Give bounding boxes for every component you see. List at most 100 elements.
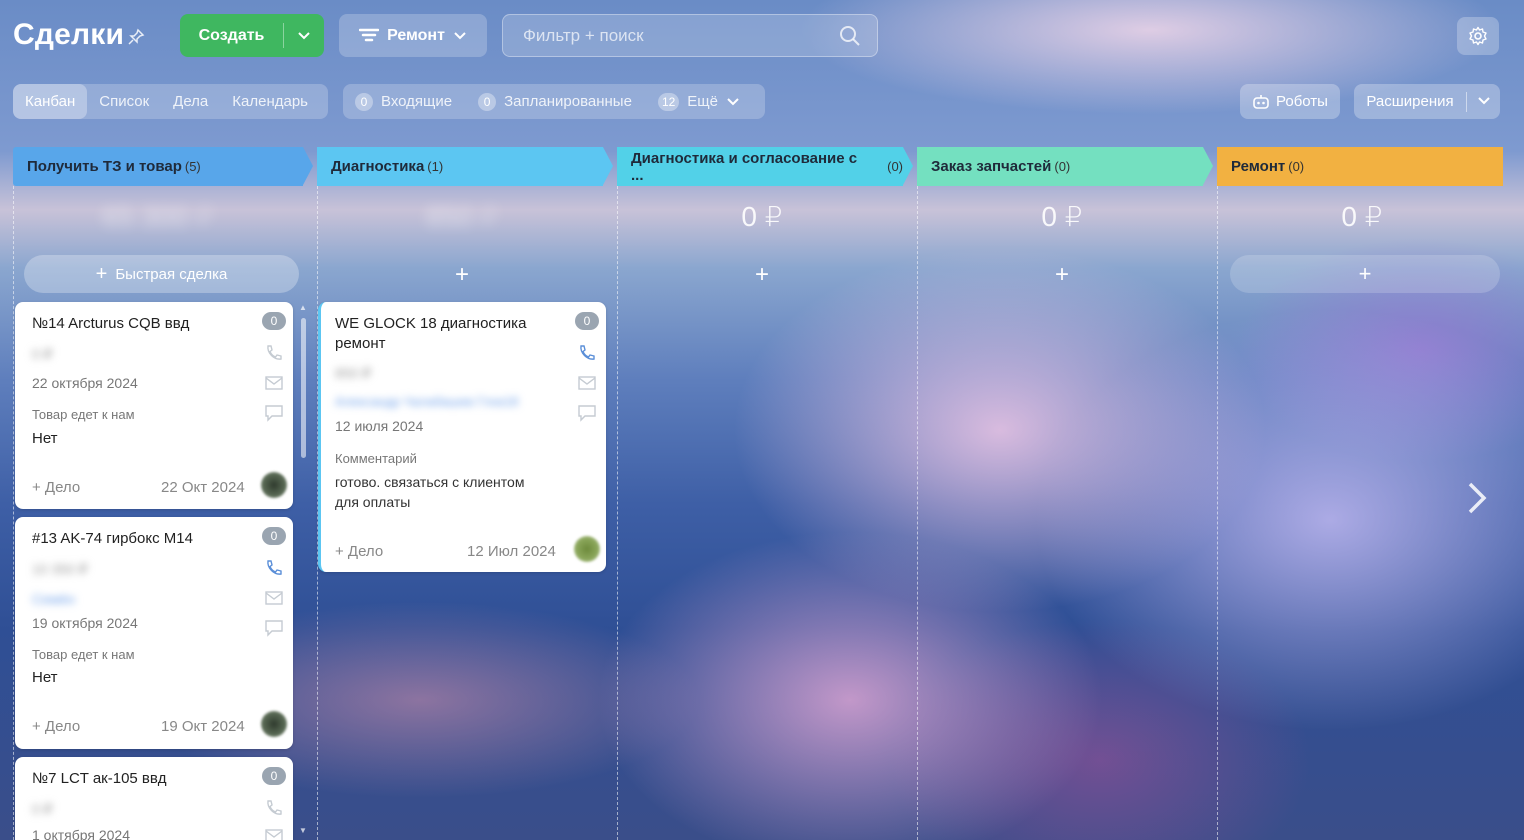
field-label: Комментарий (335, 451, 417, 466)
tab-calendar[interactable]: Календарь (220, 84, 320, 119)
deal-footer-date: 22 Окт 2024 (161, 479, 245, 496)
tab-list[interactable]: Список (87, 84, 161, 119)
add-deal-button[interactable]: + (617, 262, 907, 288)
chat-icon[interactable] (264, 619, 284, 637)
create-button[interactable]: Создать (180, 14, 324, 57)
add-deal-button[interactable]: + (1230, 255, 1500, 293)
phone-icon[interactable] (264, 799, 284, 817)
plus-icon: + (95, 263, 108, 285)
search-icon[interactable] (839, 25, 861, 47)
field-value: Нет (32, 430, 58, 447)
activity-counter-badge: 0 (262, 312, 286, 330)
mail-icon[interactable] (264, 374, 284, 392)
pin-icon[interactable] (127, 28, 145, 46)
deal-footer-date: 19 Окт 2024 (161, 718, 245, 735)
counter-planned[interactable]: 0 Запланированные (478, 92, 632, 111)
deal-title[interactable]: WE GLOCK 18 диагностика ремонт (335, 314, 565, 354)
field-label: Товар едет к нам (32, 647, 135, 662)
settings-button[interactable] (1457, 17, 1499, 55)
filter-funnel-icon (359, 28, 380, 41)
chevron-down-icon (454, 31, 466, 39)
robots-label: Роботы (1276, 93, 1328, 110)
deal-contact[interactable]: Семён (32, 591, 75, 607)
stage-header-4[interactable]: Заказ запчастей (0) (917, 147, 1203, 186)
scroll-up-arrow[interactable]: ▲ (299, 303, 307, 312)
counter-badge: 0 (355, 92, 373, 111)
phone-icon[interactable] (577, 344, 597, 362)
avatar[interactable] (574, 536, 600, 562)
counter-incoming[interactable]: 0 Входящие (355, 92, 452, 111)
activity-counter-badge: 0 (262, 527, 286, 545)
counter-more[interactable]: 12 Ещё (657, 92, 740, 111)
column-sum: 65 300 ₽ (102, 201, 214, 232)
deal-amount: 850 ₽ (335, 365, 372, 381)
add-task-link[interactable]: + Дело (335, 543, 383, 560)
chevron-down-icon[interactable] (284, 28, 324, 44)
tab-tasks[interactable]: Дела (161, 84, 220, 119)
deal-amount: 0 ₽ (32, 346, 53, 362)
stage-count: (0) (1054, 159, 1071, 174)
mail-icon[interactable] (264, 827, 284, 840)
stage-header-2[interactable]: Диагностика (1) (317, 147, 603, 186)
chevron-down-icon (727, 97, 739, 105)
stage-count: (0) (1288, 159, 1305, 174)
add-deal-button[interactable]: + (317, 262, 607, 288)
stage-name: Диагностика (331, 158, 425, 175)
search-input[interactable] (503, 15, 823, 56)
chat-icon[interactable] (264, 404, 284, 422)
extensions-button[interactable]: Расширения (1354, 84, 1500, 119)
tab-kanban[interactable]: Канбан (13, 84, 88, 119)
stage-header-5[interactable]: Ремонт (0) (1217, 147, 1503, 186)
chat-icon[interactable] (577, 404, 597, 422)
quick-deal-button[interactable]: + Быстрая сделка (24, 255, 299, 293)
quick-deal-label: Быстрая сделка (115, 265, 228, 283)
avatar[interactable] (261, 711, 287, 737)
robot-icon (1253, 94, 1269, 109)
avatar[interactable] (261, 472, 287, 498)
field-label: Товар едет к нам (32, 407, 135, 422)
deal-card[interactable]: №7 LCT ак-105 ввд 0 0 ₽ 1 октября 2024 (15, 757, 293, 840)
activity-counter-badge: 0 (262, 767, 286, 785)
deal-title-line: WE GLOCK 18 диагностика (335, 315, 527, 332)
deal-title[interactable]: #13 AK-74 гирбокс M14 (32, 529, 193, 549)
counter-badge: 12 (657, 92, 680, 111)
deal-card[interactable]: WE GLOCK 18 диагностика ремонт 0 850 ₽ А… (318, 302, 606, 572)
deal-contact[interactable]: Александр Чалабашев Глок18 (335, 394, 518, 409)
column-scrollbar[interactable] (301, 318, 306, 458)
search-box[interactable] (502, 14, 878, 57)
category-selector[interactable]: Ремонт (339, 14, 487, 57)
deal-date: 19 октября 2024 (32, 615, 138, 631)
chevron-down-icon[interactable] (1467, 93, 1500, 110)
chevron-right-icon[interactable] (1458, 472, 1496, 524)
create-button-label: Создать (198, 26, 265, 44)
mail-icon[interactable] (577, 374, 597, 392)
scroll-down-arrow[interactable]: ▼ (299, 826, 307, 835)
robots-button[interactable]: Роботы (1240, 84, 1340, 119)
counter-label: Ещё (687, 93, 718, 110)
deal-footer-date: 12 Июл 2024 (467, 543, 556, 560)
deal-amount: 10 350 ₽ (32, 561, 88, 577)
deal-card[interactable]: №14 Arcturus CQB ввд 0 0 ₽ 22 октября 20… (15, 302, 293, 509)
comment-line: готово. связаться с клиентом (335, 474, 525, 490)
add-task-link[interactable]: + Дело (32, 479, 80, 496)
column-sum: 0 ₽ (1341, 201, 1383, 232)
add-deal-button[interactable]: + (917, 262, 1207, 288)
deal-title[interactable]: №14 Arcturus CQB ввд (32, 314, 189, 334)
phone-icon[interactable] (264, 559, 284, 577)
mail-icon[interactable] (264, 589, 284, 607)
deal-title[interactable]: №7 LCT ак-105 ввд (32, 769, 166, 789)
stage-name: Получить ТЗ и товар (27, 158, 182, 175)
phone-icon[interactable] (264, 344, 284, 362)
gear-icon (1469, 26, 1487, 46)
stage-header-1[interactable]: Получить ТЗ и товар (5) (13, 147, 303, 186)
comment-line: для оплаты (335, 494, 411, 510)
counter-badge: 0 (478, 92, 497, 111)
stage-name: Ремонт (1231, 158, 1286, 175)
column-sum: 850 ₽ (425, 201, 499, 232)
deal-title-line: ремонт (335, 335, 386, 352)
stage-name: Заказ запчастей (931, 158, 1052, 175)
category-label: Ремонт (387, 26, 445, 44)
add-task-link[interactable]: + Дело (32, 718, 80, 735)
deal-card[interactable]: #13 AK-74 гирбокс M14 0 10 350 ₽ Семён 1… (15, 517, 293, 749)
stage-header-3[interactable]: Диагностика и согласование с ... (0) (617, 147, 903, 186)
